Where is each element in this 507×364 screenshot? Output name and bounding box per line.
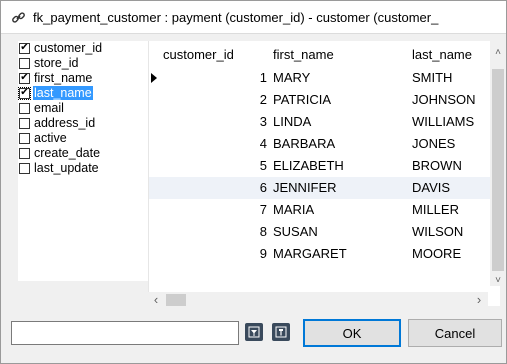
column-option-label: email: [34, 101, 64, 115]
filter-button[interactable]: [245, 323, 263, 341]
table-row[interactable]: 7 MARIA MILLER: [149, 199, 491, 221]
table-row[interactable]: 3 LINDA WILLIAMS: [149, 111, 491, 133]
cell-customer-id[interactable]: 5: [149, 155, 267, 177]
data-grid[interactable]: customer_id first_name last_name 1 MARY SM…: [148, 41, 500, 306]
cell-first-name[interactable]: MARGARET: [273, 243, 347, 265]
scroll-left-icon[interactable]: ‹: [148, 292, 164, 308]
table-row[interactable]: 9 MARGARET MOORE: [149, 243, 491, 265]
scroll-up-icon[interactable]: ˄: [490, 45, 506, 61]
column-checkbox[interactable]: ✔: [19, 42, 30, 54]
table-row[interactable]: 6 JENNIFER DAVIS: [149, 177, 491, 199]
cell-last-name[interactable]: MOORE: [412, 243, 461, 265]
title-bar: fk_payment_customer : payment (customer_…: [1, 1, 506, 34]
cell-last-name[interactable]: BROWN: [412, 155, 462, 177]
column-checkbox[interactable]: [19, 117, 30, 129]
column-option-label: customer_id: [34, 41, 103, 55]
column-option[interactable]: store_id: [18, 56, 118, 70]
column-checkbox[interactable]: [19, 57, 30, 69]
column-option[interactable]: ✔ customer_id: [18, 41, 118, 55]
cell-first-name[interactable]: MARY: [273, 67, 310, 89]
cell-last-name[interactable]: DAVIS: [412, 177, 450, 199]
vertical-scroll-thumb[interactable]: [492, 69, 504, 271]
cell-customer-id[interactable]: 3: [149, 111, 267, 133]
column-option[interactable]: active: [18, 131, 118, 145]
cell-last-name[interactable]: WILLIAMS: [412, 111, 474, 133]
scroll-right-icon[interactable]: ›: [471, 292, 487, 308]
cell-first-name[interactable]: BARBARA: [273, 133, 335, 155]
vertical-scrollbar[interactable]: ˄ ˅: [490, 41, 506, 286]
cell-last-name[interactable]: WILSON: [412, 221, 463, 243]
column-checkbox[interactable]: [19, 102, 30, 114]
column-option-label: create_date: [34, 146, 101, 160]
cell-first-name[interactable]: MARIA: [273, 199, 314, 221]
cell-customer-id[interactable]: 7: [149, 199, 267, 221]
column-chooser-list[interactable]: ✔ customer_id store_id ✔ first_name ✔ last_nam…: [18, 41, 148, 281]
column-option-label: address_id: [34, 116, 96, 130]
ok-button[interactable]: OK: [303, 319, 401, 347]
table-row[interactable]: 2 PATRICIA JOHNSON: [149, 89, 491, 111]
column-option-label: first_name: [34, 71, 93, 85]
cell-customer-id[interactable]: 8: [149, 221, 267, 243]
scroll-down-icon[interactable]: ˅: [490, 273, 506, 289]
dialog-title: fk_payment_customer : payment (customer_…: [33, 9, 439, 25]
link-icon: [12, 11, 25, 23]
cell-customer-id[interactable]: 6: [149, 177, 267, 199]
column-checkbox[interactable]: [19, 132, 30, 144]
horizontal-scroll-thumb[interactable]: [166, 294, 186, 306]
cell-first-name[interactable]: SUSAN: [273, 221, 318, 243]
column-checkbox[interactable]: [19, 147, 30, 159]
cancel-button[interactable]: Cancel: [408, 319, 502, 347]
cell-first-name[interactable]: LINDA: [273, 111, 311, 133]
column-checkbox[interactable]: [19, 162, 30, 174]
cell-last-name[interactable]: SMITH: [412, 67, 452, 89]
column-header-first-name[interactable]: first_name: [273, 41, 403, 67]
column-header-last-name[interactable]: last_name: [412, 41, 492, 67]
column-option[interactable]: ✔ first_name: [18, 71, 118, 85]
wrench-icon: [275, 326, 287, 338]
cell-customer-id[interactable]: 1: [149, 67, 267, 89]
filter-icon: [248, 326, 260, 338]
cell-first-name[interactable]: JENNIFER: [273, 177, 337, 199]
column-option-label: active: [34, 131, 67, 145]
column-option[interactable]: email: [18, 101, 118, 115]
cell-customer-id[interactable]: 9: [149, 243, 267, 265]
table-row[interactable]: 4 BARBARA JONES: [149, 133, 491, 155]
column-option[interactable]: create_date: [18, 146, 118, 160]
column-option[interactable]: ✔ last_name: [18, 86, 118, 100]
cell-customer-id[interactable]: 2: [149, 89, 267, 111]
cell-first-name[interactable]: ELIZABETH: [273, 155, 344, 177]
column-option-label: last_update: [34, 161, 99, 175]
cell-last-name[interactable]: MILLER: [412, 199, 459, 221]
column-checkbox[interactable]: ✔: [18, 86, 31, 100]
table-row[interactable]: 5 ELIZABETH BROWN: [149, 155, 491, 177]
cell-last-name[interactable]: JOHNSON: [412, 89, 476, 111]
options-button[interactable]: [272, 323, 290, 341]
cell-last-name[interactable]: JONES: [412, 133, 455, 155]
column-option-label: store_id: [34, 56, 79, 70]
fk-lookup-dialog: fk_payment_customer : payment (customer_…: [0, 0, 507, 364]
horizontal-scrollbar[interactable]: ‹ ›: [148, 292, 488, 308]
search-input[interactable]: [11, 321, 239, 345]
column-option[interactable]: address_id: [18, 116, 118, 130]
column-option-label: last_name: [33, 86, 93, 100]
column-checkbox[interactable]: ✔: [19, 72, 30, 84]
cell-first-name[interactable]: PATRICIA: [273, 89, 331, 111]
cell-customer-id[interactable]: 4: [149, 133, 267, 155]
table-row[interactable]: 1 MARY SMITH: [149, 67, 491, 89]
table-row[interactable]: 8 SUSAN WILSON: [149, 221, 491, 243]
column-header-customer-id[interactable]: customer_id: [163, 41, 273, 67]
column-option[interactable]: last_update: [18, 161, 118, 175]
